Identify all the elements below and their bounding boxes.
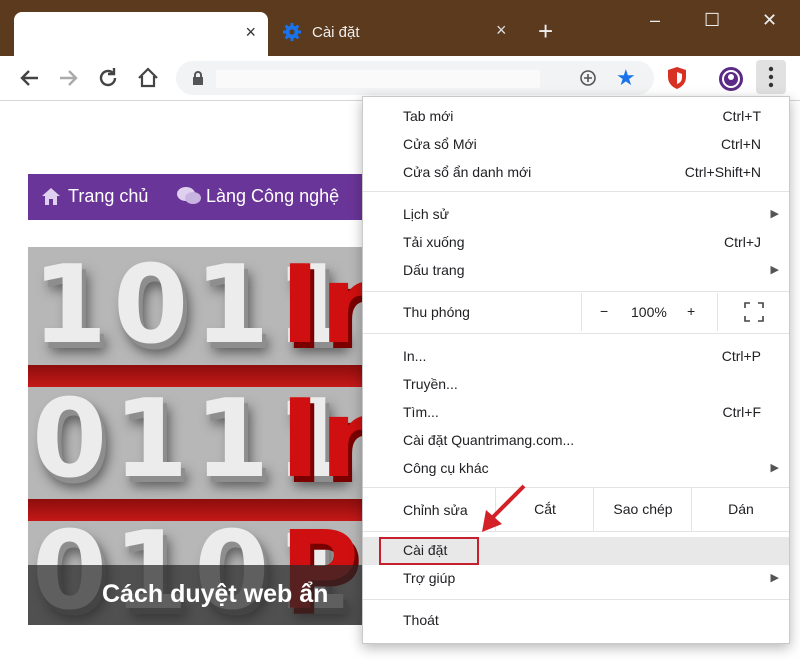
menu-divider [363,333,789,334]
submenu-arrow-icon: ▶ [770,264,779,276]
menu-item-new-tab[interactable]: Tab mới Ctrl+T [363,103,789,131]
back-arrow-icon[interactable] [16,64,44,92]
zoom-row: Thu phóng − 100% + [363,293,789,331]
site-navigation: Trang chủ Làng Công nghệ [28,174,368,220]
hero-red-text: In [280,247,368,368]
menu-item-find[interactable]: Tìm... Ctrl+F [363,399,789,427]
edit-label: Chỉnh sửa [403,502,468,518]
menu-item-incognito[interactable]: Cửa sổ ẩn danh mới Ctrl+Shift+N [363,159,789,187]
tab-title: Cài đặt [312,24,360,41]
title-bar: × Cài đặt × + – ☐ ✕ [0,0,800,56]
fullscreen-button[interactable] [717,293,790,331]
zoom-minus-label: − [600,303,609,319]
menu-item-new-window[interactable]: Cửa sổ Mới Ctrl+N [363,131,789,159]
menu-item-install-app[interactable]: Cài đặt Quantrimang.com... [363,427,789,455]
hero-caption-text[interactable]: Cách duyệt web ẩn [102,580,328,609]
menu-shortcut: Ctrl+N [720,136,761,152]
menu-item-label: Cài đặt Quantrimang.com... [403,432,575,448]
nav-link-tech[interactable]: Làng Công nghệ [206,186,339,207]
menu-item-cast[interactable]: Truyền... [363,371,789,399]
menu-item-downloads[interactable]: Tải xuống Ctrl+J [363,229,789,257]
hero-red-text: In [280,377,368,502]
menu-item-label: Công cụ khác [403,460,489,476]
menu-item-label: Cửa sổ ẩn danh mới [403,164,532,180]
submenu-arrow-icon: ▶ [770,462,779,474]
lock-icon [193,71,203,85]
home-icon [42,188,60,205]
menu-item-bookmarks[interactable]: Dấu trang ▶ [363,257,789,285]
shield-extension-icon[interactable] [666,66,688,90]
browser-menu: Tab mới Ctrl+T Cửa sổ Mới Ctrl+N Cửa sổ … [362,96,790,644]
menu-shortcut: Ctrl+P [721,348,761,364]
menu-shortcut: Ctrl+F [722,404,762,420]
menu-item-label: Dấu trang [403,262,465,278]
menu-item-print[interactable]: In... Ctrl+P [363,343,789,371]
menu-item-label: Lịch sử [403,206,449,222]
add-circle-icon[interactable] [578,68,598,88]
tab-close-icon[interactable]: × [245,22,256,43]
paste-button[interactable]: Dán [691,487,790,531]
menu-shortcut: Ctrl+Shift+N [684,164,761,180]
menu-item-label: Tải xuống [403,234,465,250]
zoom-level: 100% [631,304,667,320]
menu-divider [363,291,789,292]
maximize-button[interactable]: ☐ [704,10,720,31]
chat-icon [177,187,201,204]
home-icon[interactable] [134,64,162,92]
window-close-button[interactable]: ✕ [762,10,777,31]
address-bar[interactable]: ★ [176,61,654,95]
submenu-arrow-icon: ▶ [770,572,779,584]
menu-item-help[interactable]: Trợ giúp ▶ [363,565,789,593]
menu-item-label: Thoát [403,612,439,628]
menu-shortcut: Ctrl+T [722,108,762,124]
zoom-label: Thu phóng [403,304,470,320]
bookmark-star-icon[interactable]: ★ [616,65,636,91]
menu-kebab-icon[interactable] [756,60,786,94]
tab-close-icon[interactable]: × [496,20,507,41]
profile-extension-icon[interactable] [718,66,744,92]
zoom-in-button[interactable]: + [673,293,717,331]
annotation-arrow-icon [482,484,526,532]
menu-shortcut: Ctrl+J [724,234,761,250]
url-input[interactable] [216,70,540,88]
nav-link-home[interactable]: Trang chủ [68,186,148,207]
copy-button[interactable]: Sao chép [593,487,692,531]
zoom-plus-label: + [687,303,696,319]
menu-item-label: Trợ giúp [403,570,456,586]
menu-item-exit[interactable]: Thoát [363,607,789,635]
menu-item-label: Tìm... [403,404,439,420]
tab-settings[interactable]: Cài đặt × [280,18,520,50]
new-tab-button[interactable]: + [538,18,553,44]
menu-item-label: Tab mới [403,108,454,124]
tab-active[interactable]: × [14,12,268,56]
menu-item-label: Truyền... [403,376,458,392]
menu-item-label: In... [403,348,427,364]
submenu-arrow-icon: ▶ [770,208,779,220]
hero-caption: Cách duyệt web ẩn [28,565,368,625]
reload-icon[interactable] [94,64,122,92]
menu-divider [363,191,789,192]
menu-item-history[interactable]: Lịch sử ▶ [363,201,789,229]
menu-item-more-tools[interactable]: Công cụ khác ▶ [363,455,789,483]
browser-toolbar: ★ [0,56,800,101]
settings-highlight-box [379,537,479,565]
menu-divider [363,599,789,600]
forward-arrow-icon[interactable] [54,64,82,92]
menu-item-label: Cửa sổ Mới [403,136,477,152]
fullscreen-icon [744,302,764,322]
menu-divider [363,531,789,532]
gear-icon [283,23,301,41]
edit-row: Chỉnh sửa Cắt Sao chép Dán [363,487,789,531]
minimize-button[interactable]: – [650,10,660,31]
zoom-out-button[interactable]: − [581,293,630,331]
hero-image[interactable]: 1011 In 0111 In 0101 Pr Cách duyệt web ẩ… [28,247,368,625]
